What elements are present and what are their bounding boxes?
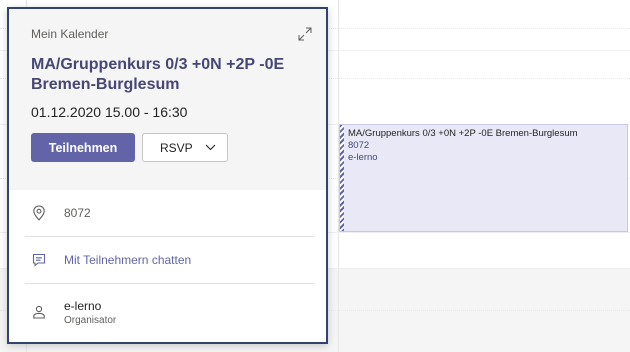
calendar-event[interactable]: MA/Gruppenkurs 0/3 +0N +2P -0E Bremen-Bu…: [339, 124, 628, 232]
organizer-row: e-lerno Organisator: [25, 284, 314, 340]
chat-icon: [32, 253, 46, 267]
join-button[interactable]: Teilnehmen: [31, 133, 135, 162]
event-tentative-stripe: [340, 125, 344, 231]
expand-icon[interactable]: [298, 27, 312, 41]
organizer-info: e-lerno Organisator: [64, 299, 116, 326]
chat-row[interactable]: Mit Teilnehmern chatten: [25, 237, 314, 284]
organizer-name: e-lerno: [64, 298, 102, 313]
location-pin-icon: [33, 205, 45, 221]
event-title: MA/Gruppenkurs 0/3 +0N +2P -0E Bremen-Bu…: [348, 128, 578, 139]
popup-title: MA/Gruppenkurs 0/3 +0N +2P -0E Bremen-Bu…: [31, 56, 285, 93]
popup-header: Mein Kalender MA/Gruppenkurs 0/3 +0N +2P…: [9, 9, 326, 190]
event-organizer: e-lerno: [348, 152, 378, 163]
popup-datetime: 01.12.2020 15.00 - 16:30: [31, 104, 188, 120]
rsvp-label: RSVP: [160, 140, 193, 155]
action-buttons: Teilnehmen RSVP: [31, 133, 306, 162]
event-location: 8072: [348, 140, 370, 151]
event-popup-card: Mein Kalender MA/Gruppenkurs 0/3 +0N +2P…: [7, 7, 328, 344]
organizer-role: Organisator: [64, 314, 117, 326]
location-text: 8072: [64, 206, 91, 220]
rsvp-dropdown[interactable]: RSVP: [142, 133, 228, 162]
calendar-name: Mein Kalender: [31, 27, 109, 41]
location-row: 8072: [25, 190, 314, 237]
person-icon: [33, 305, 45, 319]
chevron-down-icon: [205, 144, 216, 151]
chat-with-participants-link[interactable]: Mit Teilnehmern chatten: [64, 253, 191, 267]
